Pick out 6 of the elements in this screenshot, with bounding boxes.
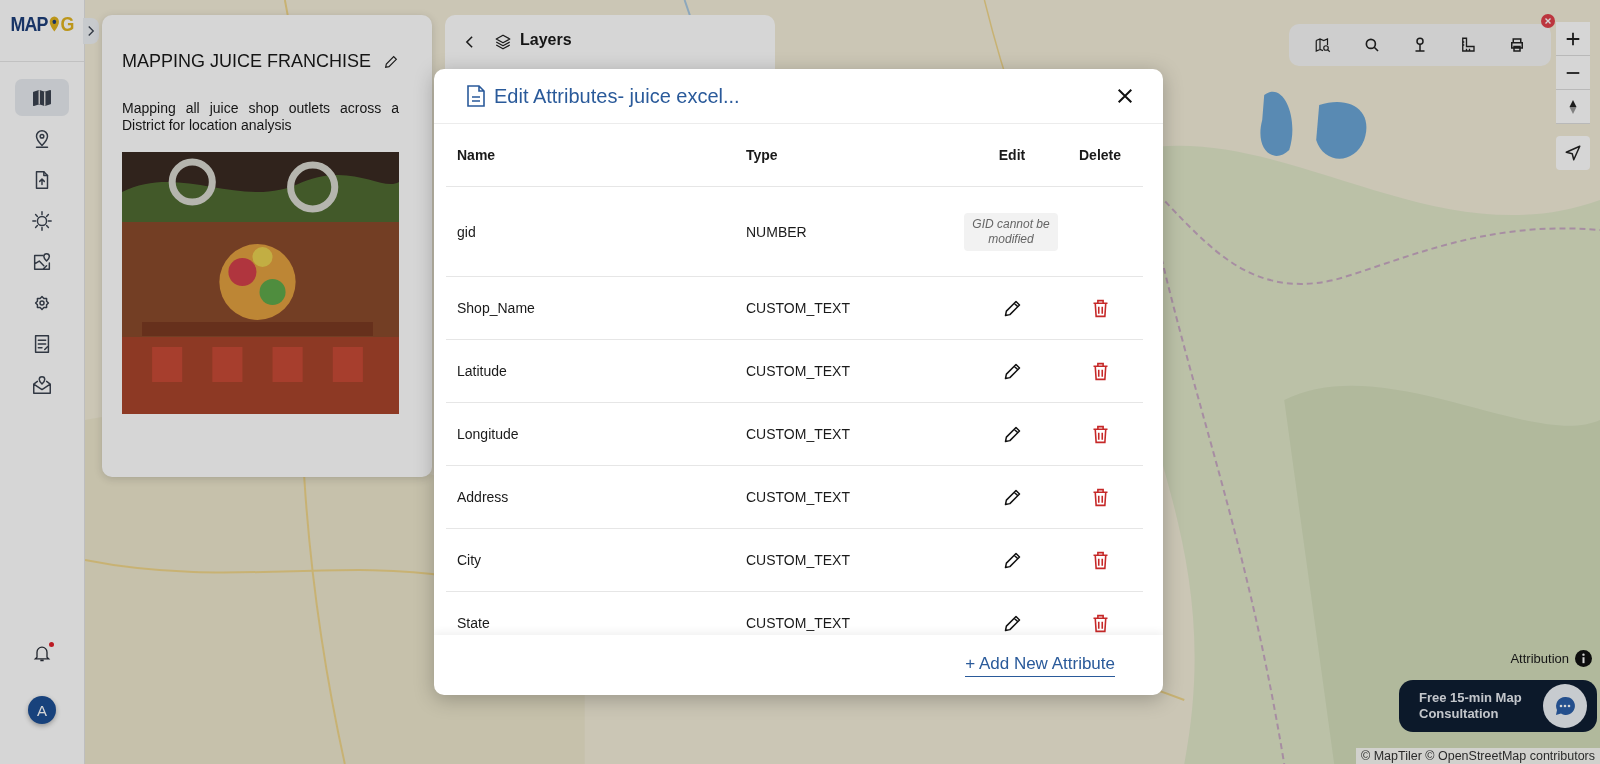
logo: MAP G — [10, 12, 74, 36]
envelope-pin-icon[interactable] — [31, 373, 53, 396]
sidebar-item[interactable] — [15, 79, 69, 116]
map-pin-icon[interactable] — [31, 250, 53, 273]
avatar[interactable]: A — [28, 696, 56, 724]
sun-icon[interactable] — [31, 209, 53, 232]
